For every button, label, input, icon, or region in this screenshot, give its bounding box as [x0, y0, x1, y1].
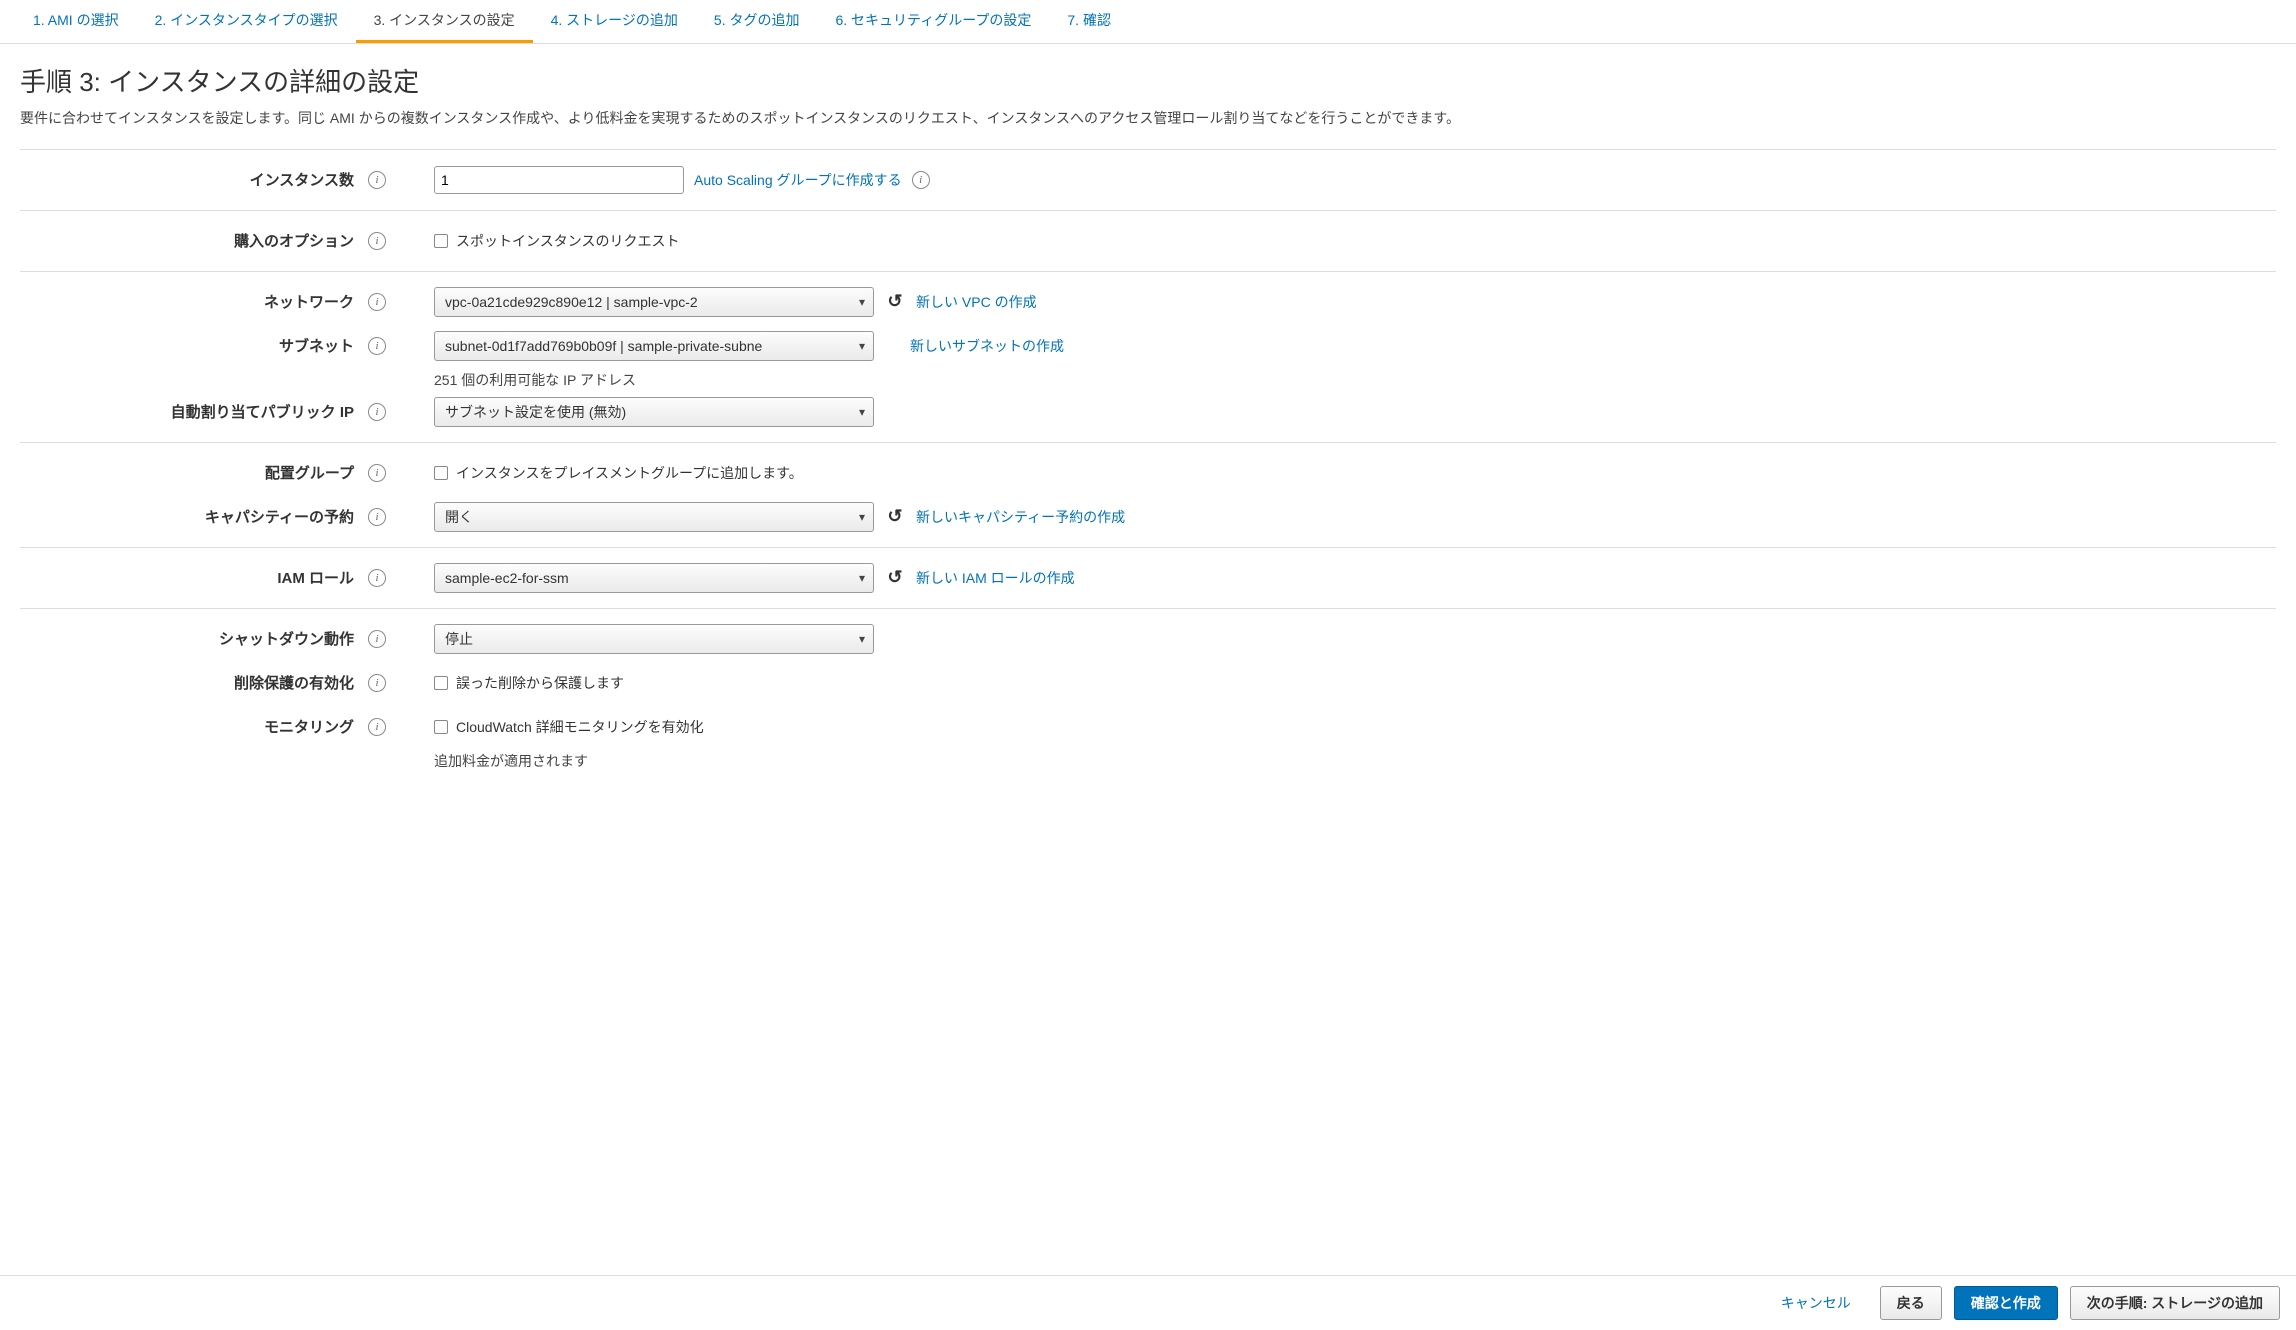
network-label: ネットワーク — [20, 291, 360, 312]
delete-protect-checkbox[interactable] — [434, 676, 448, 690]
create-vpc-link[interactable]: 新しい VPC の作成 — [916, 292, 1037, 312]
network-select[interactable]: vpc-0a21cde929c890e12 | sample-vpc-2 — [434, 287, 874, 317]
info-icon[interactable]: i — [368, 569, 386, 587]
review-button[interactable]: 確認と作成 — [1954, 1286, 2058, 1320]
info-icon[interactable]: i — [368, 171, 386, 189]
wizard-step-6[interactable]: 6. セキュリティグループの設定 — [817, 0, 1049, 43]
info-icon[interactable]: i — [368, 403, 386, 421]
shutdown-select[interactable]: 停止 — [434, 624, 874, 654]
delete-protect-label: 削除保護の有効化 — [20, 672, 360, 693]
spot-checkbox[interactable] — [434, 234, 448, 248]
autoscaling-link[interactable]: Auto Scaling グループに作成する — [694, 170, 902, 190]
wizard-step-2[interactable]: 2. インスタンスタイプの選択 — [137, 0, 356, 43]
subnet-select[interactable]: subnet-0d1f7add769b0b09f | sample-privat… — [434, 331, 874, 361]
publicip-label: 自動割り当てパブリック IP — [20, 401, 360, 422]
monitoring-label: モニタリング — [20, 716, 360, 737]
publicip-select[interactable]: サブネット設定を使用 (無効) — [434, 397, 874, 427]
wizard-step-4[interactable]: 4. ストレージの追加 — [533, 0, 696, 43]
info-icon[interactable]: i — [368, 508, 386, 526]
wizard-step-1[interactable]: 1. AMI の選択 — [15, 0, 137, 43]
wizard-step-5[interactable]: 5. タグの追加 — [696, 0, 818, 43]
page-title: 手順 3: インスタンスの詳細の設定 — [20, 62, 2276, 99]
instances-input[interactable] — [434, 166, 684, 194]
back-button[interactable]: 戻る — [1880, 1286, 1942, 1320]
delete-protect-checkbox-label: 誤った削除から保護します — [456, 673, 624, 693]
next-button[interactable]: 次の手順: ストレージの追加 — [2070, 1286, 2280, 1320]
refresh-icon[interactable]: ↻ — [884, 506, 906, 528]
wizard-step-7[interactable]: 7. 確認 — [1049, 0, 1129, 43]
iam-select[interactable]: sample-ec2-for-ssm — [434, 563, 874, 593]
monitoring-note[interactable]: 追加料金が適用されます — [20, 751, 2276, 771]
monitoring-checkbox-label: CloudWatch 詳細モニタリングを有効化 — [456, 717, 704, 737]
capacity-select[interactable]: 開く — [434, 502, 874, 532]
info-icon[interactable]: i — [368, 293, 386, 311]
info-icon[interactable]: i — [368, 630, 386, 648]
footer: キャンセル 戻る 確認と作成 次の手順: ストレージの追加 — [0, 1275, 2296, 1330]
placement-checkbox-label: インスタンスをプレイスメントグループに追加します。 — [456, 463, 803, 483]
capacity-label: キャパシティーの予約 — [20, 506, 360, 527]
create-iam-link[interactable]: 新しい IAM ロールの作成 — [916, 568, 1075, 588]
info-icon[interactable]: i — [368, 464, 386, 482]
info-icon[interactable]: i — [368, 337, 386, 355]
create-subnet-link[interactable]: 新しいサブネットの作成 — [910, 336, 1064, 356]
shutdown-label: シャットダウン動作 — [20, 628, 360, 649]
cancel-button[interactable]: キャンセル — [1764, 1286, 1868, 1320]
instances-label: インスタンス数 — [20, 169, 360, 190]
subnet-label: サブネット — [20, 335, 360, 356]
wizard-step-3[interactable]: 3. インスタンスの設定 — [356, 0, 533, 43]
info-icon[interactable]: i — [912, 171, 930, 189]
refresh-icon[interactable]: ↻ — [884, 567, 906, 589]
spot-checkbox-label: スポットインスタンスのリクエスト — [456, 231, 679, 251]
create-capacity-link[interactable]: 新しいキャパシティー予約の作成 — [916, 507, 1125, 527]
subnet-addresses: 251 個の利用可能な IP アドレス — [20, 370, 2276, 390]
placement-checkbox[interactable] — [434, 466, 448, 480]
purchase-label: 購入のオプション — [20, 230, 360, 251]
info-icon[interactable]: i — [368, 718, 386, 736]
wizard-nav: 1. AMI の選択 2. インスタンスタイプの選択 3. インスタンスの設定 … — [0, 0, 2296, 44]
iam-label: IAM ロール — [20, 567, 360, 588]
info-icon[interactable]: i — [368, 232, 386, 250]
placement-label: 配置グループ — [20, 462, 360, 483]
monitoring-checkbox[interactable] — [434, 720, 448, 734]
info-icon[interactable]: i — [368, 674, 386, 692]
page-description: 要件に合わせてインスタンスを設定します。同じ AMI からの複数インスタンス作成… — [20, 107, 2276, 131]
refresh-icon[interactable]: ↻ — [884, 291, 906, 313]
